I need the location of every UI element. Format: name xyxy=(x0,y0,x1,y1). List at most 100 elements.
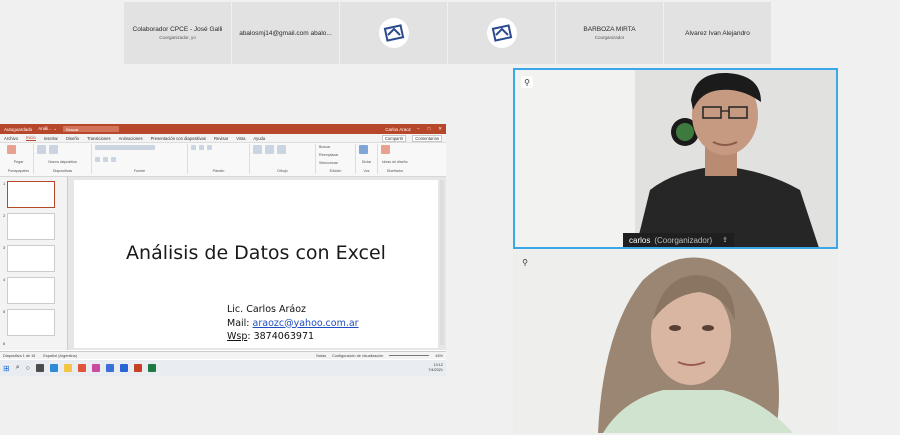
autosave-label[interactable]: Autoguardado xyxy=(4,127,32,132)
quick-styles-icon[interactable] xyxy=(277,145,286,154)
video-feed-person xyxy=(513,250,838,433)
tab-vista[interactable]: Vista xyxy=(236,136,245,141)
select-button[interactable]: Seleccionar xyxy=(319,161,352,165)
tab-transiciones[interactable]: Transiciones xyxy=(87,136,111,141)
edge-icon[interactable] xyxy=(49,364,58,372)
ribbon-group-label: Voz xyxy=(363,169,370,173)
ppt-search-placeholder: Buscar xyxy=(66,126,79,132)
align-icon[interactable] xyxy=(207,145,212,150)
slide-thumbnail[interactable]: 5 xyxy=(3,309,64,336)
maximize-icon[interactable]: □ xyxy=(428,126,431,132)
tab-archivo[interactable]: Archivo xyxy=(4,136,18,141)
chrome-icon[interactable] xyxy=(77,364,86,372)
zoom-slider[interactable] xyxy=(389,355,430,356)
tab-revisar[interactable]: Revisar xyxy=(214,136,228,141)
underline-icon[interactable] xyxy=(111,157,116,162)
ribbon-group-label: Edición xyxy=(329,169,342,173)
windows-start-icon[interactable]: ⊞ xyxy=(3,364,10,373)
ppt-search-box[interactable]: Buscar xyxy=(63,126,120,132)
font-select[interactable] xyxy=(95,145,155,150)
wsp-line: Wsp: 3874063971 xyxy=(227,330,359,344)
user-name[interactable]: Carlos Araoz xyxy=(385,127,411,132)
tab-insertar[interactable]: Insertar xyxy=(44,136,58,141)
slide-canvas[interactable]: Análisis de Datos con Excel Lic. Carlos … xyxy=(74,180,438,348)
taskbar-app-icon[interactable] xyxy=(35,364,44,372)
arrange-icon[interactable] xyxy=(265,145,274,154)
slide-thumbnail[interactable]: 4 xyxy=(3,277,64,304)
new-slide-icon[interactable] xyxy=(37,145,46,154)
design-ideas-button[interactable]: Ideas de diseño xyxy=(381,160,409,164)
file-name[interactable]: Análi... ⌄ xyxy=(38,126,57,132)
participant-tile[interactable] xyxy=(340,2,448,64)
ribbon-group-drawing: Dibujo xyxy=(250,144,316,174)
vertical-scrollbar[interactable] xyxy=(440,180,444,345)
notes-button[interactable]: Notas xyxy=(316,354,326,358)
taskbar-app-icon[interactable] xyxy=(91,364,100,372)
participant-tile[interactable]: abalosmj14@gmail.com abalo... xyxy=(232,2,340,64)
pin-icon[interactable]: ⚲ xyxy=(521,76,533,88)
participant-tile[interactable]: Colaborador CPCE - José Galli Coorganiza… xyxy=(124,2,232,64)
taskbar-app-icon[interactable] xyxy=(119,364,128,372)
minimize-icon[interactable]: – xyxy=(417,126,420,132)
italic-icon[interactable] xyxy=(103,157,108,162)
display-settings-button[interactable]: Configuración de visualización xyxy=(332,354,383,358)
ribbon-group-clipboard: Pegar Portapapeles xyxy=(4,144,34,174)
slide-thumbnail[interactable]: 6 xyxy=(3,341,64,346)
close-icon[interactable]: ✕ xyxy=(438,126,442,132)
task-view-icon[interactable]: ○ xyxy=(26,365,30,372)
thumb-preview[interactable] xyxy=(7,213,56,240)
replace-button[interactable]: Reemplazar xyxy=(319,153,352,157)
tab-ayuda[interactable]: Ayuda xyxy=(253,136,265,141)
system-clock[interactable]: 13:12 7/4/2021 xyxy=(428,363,443,373)
find-button[interactable]: Buscar xyxy=(319,145,352,149)
zoom-icon[interactable] xyxy=(105,364,114,372)
tab-presentacion[interactable]: Presentación con diapositivas xyxy=(151,136,206,141)
slide-thumbnail[interactable]: 1 xyxy=(3,181,64,208)
slide-thumbnail[interactable]: 3 xyxy=(3,245,64,272)
excel-icon[interactable] xyxy=(147,364,156,372)
search-icon[interactable]: ⌕ xyxy=(16,364,20,372)
thumb-preview[interactable] xyxy=(7,181,56,208)
video-tile[interactable]: ⚲ xyxy=(513,250,838,433)
thumb-preview[interactable] xyxy=(7,277,56,304)
explorer-icon[interactable] xyxy=(63,364,72,372)
video-tile-active-speaker[interactable]: ⚲ carlos (Coorganizador) ⇪ xyxy=(513,68,838,249)
video-feed-person xyxy=(515,70,836,247)
microphone-icon[interactable] xyxy=(359,145,368,154)
participant-name: abalosmj14@gmail.com abalo... xyxy=(239,29,332,37)
slide-thumbnail[interactable]: 2 xyxy=(3,213,64,240)
ribbon-tabs: Archivo Inicio Insertar Diseño Transicio… xyxy=(0,134,446,143)
bold-icon[interactable] xyxy=(95,157,100,162)
participant-tile[interactable]: BARBOZA MIRTA Coorganizador xyxy=(556,2,664,64)
share-button[interactable]: Compartir xyxy=(381,134,407,142)
ribbon: Pegar Portapapeles Nueva diapositiva Dia… xyxy=(0,143,446,177)
numbering-icon[interactable] xyxy=(199,145,204,150)
tab-animaciones[interactable]: Animaciones xyxy=(119,136,143,141)
window-controls[interactable]: – □ ✕ xyxy=(417,126,442,132)
dictate-button[interactable]: Dictar xyxy=(359,160,374,164)
powerpoint-icon[interactable] xyxy=(133,364,142,372)
comments-button[interactable]: Comentarios xyxy=(412,134,442,142)
wsp-value: : 3874063971 xyxy=(247,331,315,342)
thumb-preview[interactable] xyxy=(7,309,56,336)
pin-icon[interactable]: ⚲ xyxy=(519,256,531,268)
participant-name: Colaborador CPCE - José Galli xyxy=(132,26,223,33)
slide-body[interactable]: Lic. Carlos Aráoz Mail: araozc@yahoo.com… xyxy=(227,303,359,344)
ribbon-button-label[interactable]: Pegar xyxy=(7,160,30,164)
tab-inicio[interactable]: Inicio xyxy=(25,135,36,141)
slide-thumbnails: 1 2 3 4 5 6 xyxy=(0,177,68,350)
shapes-icon[interactable] xyxy=(253,145,262,154)
bullets-icon[interactable] xyxy=(191,145,196,150)
design-ideas-icon[interactable] xyxy=(381,145,390,154)
ribbon-button-label[interactable]: Nueva diapositiva xyxy=(37,160,88,164)
tab-diseno[interactable]: Diseño xyxy=(66,136,79,141)
paste-icon[interactable] xyxy=(7,145,16,154)
mail-link[interactable]: araozc@yahoo.com.ar xyxy=(253,318,359,329)
language-indicator[interactable]: Español (Argentina) xyxy=(43,354,77,358)
participant-tile[interactable] xyxy=(448,2,556,64)
participant-tile[interactable]: Alvarez Ivan Alejandro xyxy=(664,2,772,64)
slide-title[interactable]: Análisis de Datos con Excel xyxy=(74,242,438,264)
thumb-preview[interactable] xyxy=(7,245,56,272)
zoom-level[interactable]: 46% xyxy=(435,354,443,358)
layout-icon[interactable] xyxy=(49,145,58,154)
